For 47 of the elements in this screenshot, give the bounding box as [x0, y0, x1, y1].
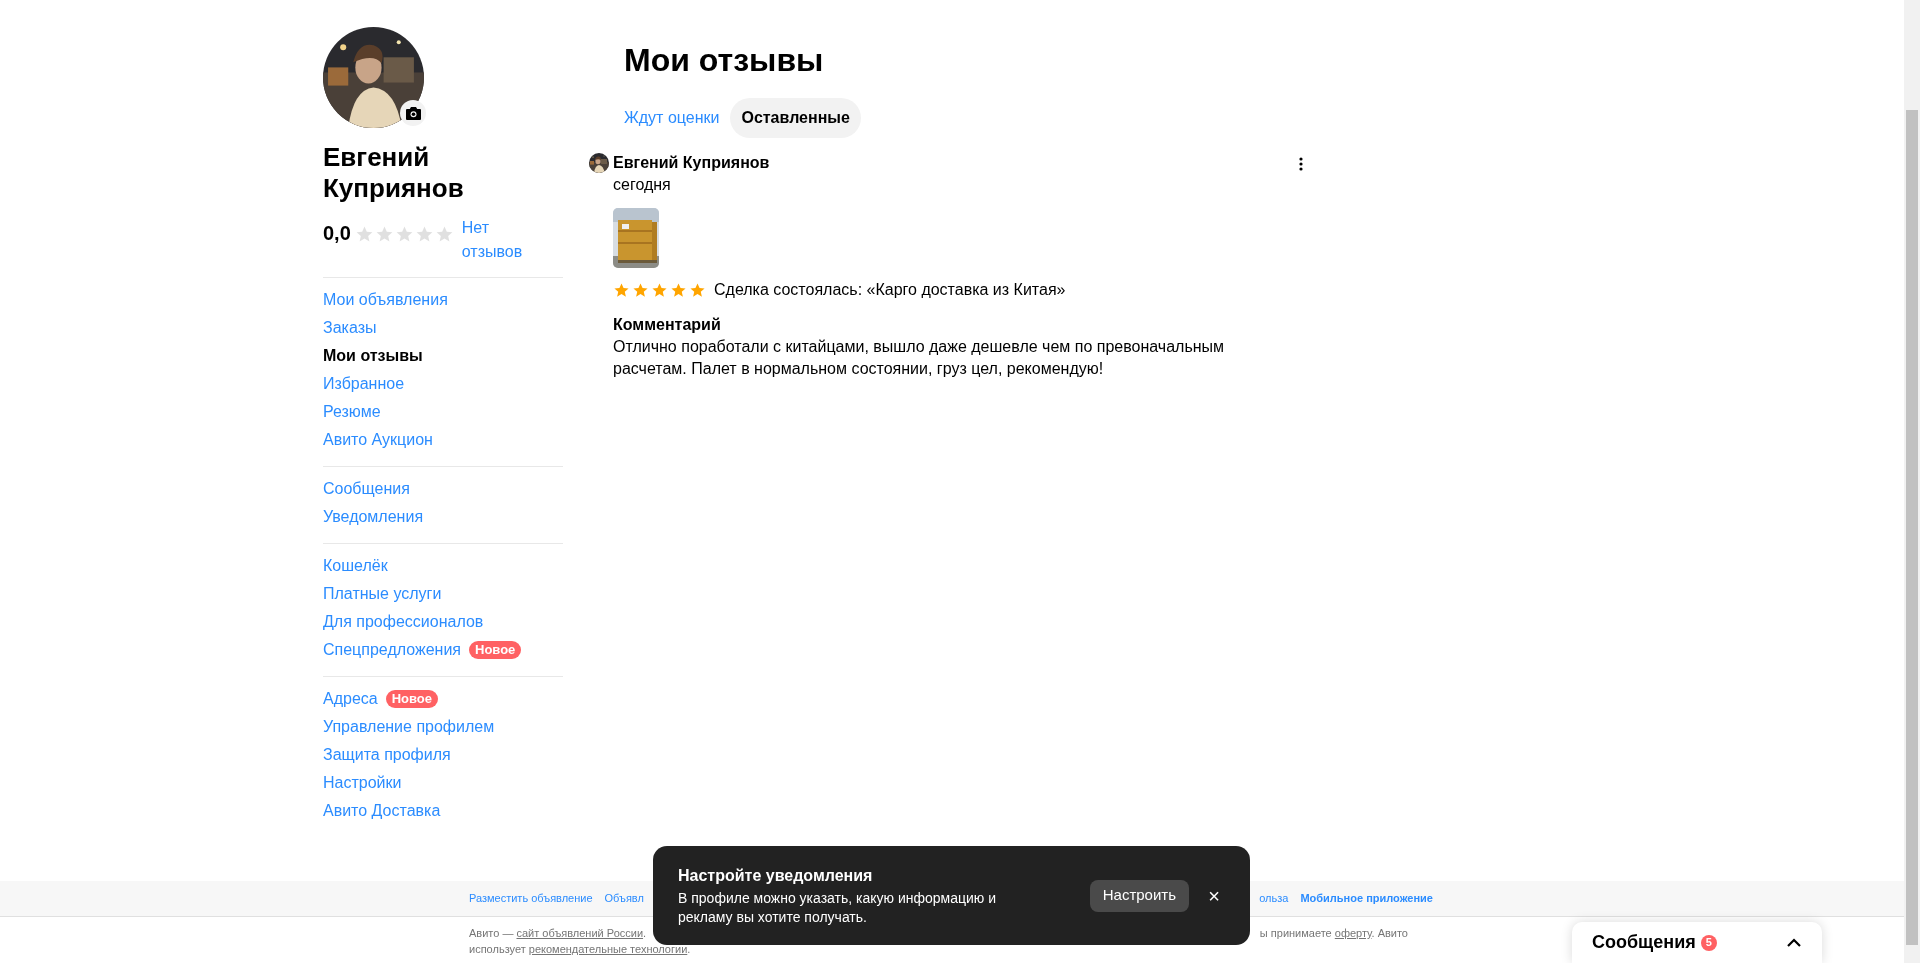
footer-link[interactable]: оферту [1334, 927, 1372, 939]
sidebar-link[interactable]: Кошелёк [323, 554, 388, 578]
tab[interactable]: Оставленные [730, 98, 861, 138]
sidebar-link[interactable]: Сообщения [323, 477, 410, 501]
settings-button[interactable]: Настроить [1089, 879, 1189, 912]
sidebar-link[interactable]: Авито Доставка [323, 799, 441, 823]
close-button[interactable]: × [1203, 884, 1225, 907]
footer-text: ы принимаете оферту. Авито [1259, 926, 1408, 941]
footer-link[interactable]: Разместить объявление [469, 890, 593, 907]
sidebar-link[interactable]: Адреса [323, 687, 378, 711]
new-badge: Новое [385, 690, 439, 708]
camera-icon[interactable] [400, 100, 426, 126]
sidebar-link[interactable]: Платные услуги [323, 582, 442, 606]
sidebar-link[interactable]: Для профессионалов [323, 610, 484, 634]
scrollbar[interactable] [1904, 0, 1920, 963]
unread-count: 5 [1700, 934, 1717, 951]
review-author: Евгений Куприянов [613, 153, 770, 173]
sidebar-link[interactable]: Мои отзывы [323, 344, 423, 368]
footer-link[interactable]: Объявл [604, 890, 644, 907]
sidebar-link[interactable]: Уведомления [323, 505, 424, 529]
review-date: сегодня [613, 175, 672, 195]
chevron-up-icon[interactable] [1786, 937, 1802, 948]
sidebar-link[interactable]: Управление профилем [323, 715, 495, 739]
comment-text: Отлично поработали с китайцами, вышло даже дешевле чем по превоначальным расчетам. Палет в нормальном состоянии, груз цел, рекомендую! [613, 337, 1226, 379]
toast-title: Настройте уведомления [678, 865, 874, 886]
deal-title: Сделка состоялась: «Карго доставка из Китая» [714, 280, 1066, 300]
profile-name: Евгений Куприянов [323, 142, 465, 204]
footer-text: Авито — сайт объявлений России. [469, 926, 647, 941]
messages-label: Сообщения [1592, 931, 1696, 954]
tab[interactable]: Ждут оценки [613, 98, 731, 138]
messages-panel[interactable]: Сообщения 5 [1572, 922, 1822, 963]
sidebar-link[interactable]: Спецпредложения [323, 638, 461, 662]
new-badge: Новое [469, 641, 522, 659]
sidebar-link[interactable]: Избранное [323, 372, 405, 396]
comment-heading: Комментарий [613, 315, 722, 335]
sidebar-link[interactable]: Авито Аукцион [323, 428, 433, 452]
toast-text: В профиле можно указать, какую информацию и рекламу вы хотите получать. [678, 888, 998, 927]
sidebar-link[interactable]: Резюме [323, 400, 381, 424]
footer-link[interactable]: ользa [1259, 890, 1289, 907]
page-title: Мои отзывы [624, 41, 825, 80]
sidebar-link[interactable]: Мои объявления [323, 288, 448, 312]
rating-value: 0,0 [323, 221, 351, 245]
reviews-link[interactable]: Нет отзывов [461, 216, 532, 264]
sidebar-link[interactable]: Настройки [323, 771, 402, 795]
sidebar-link[interactable]: Заказы [323, 316, 377, 340]
footer-link[interactable]: Мобильное приложение [1300, 890, 1433, 907]
sidebar-link[interactable]: Защита профиля [323, 743, 451, 767]
